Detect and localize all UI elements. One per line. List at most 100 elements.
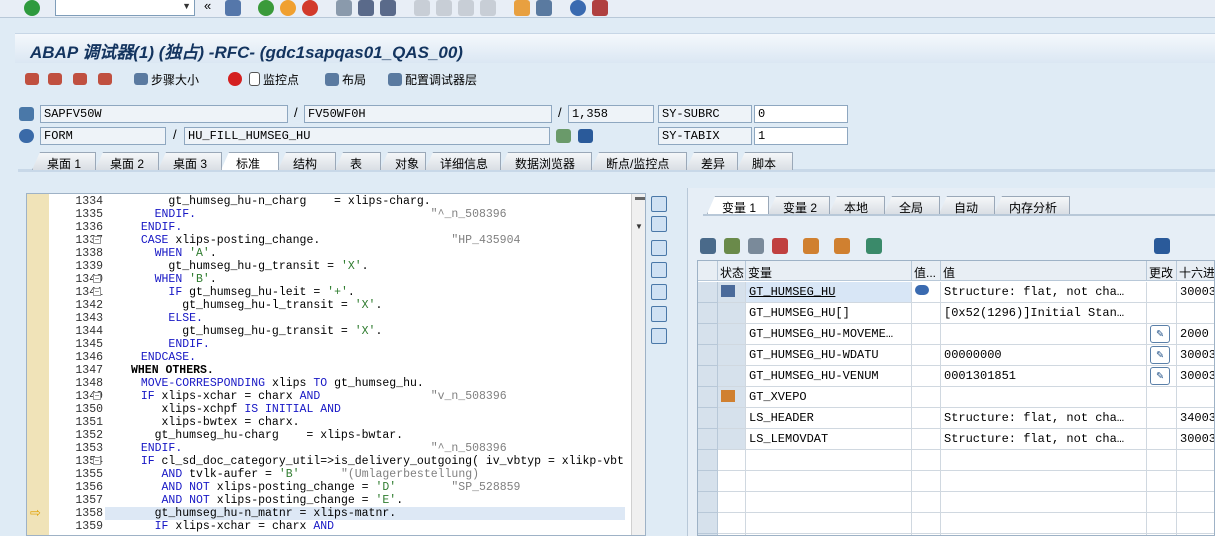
print-icon[interactable] <box>336 0 352 16</box>
tab-standard[interactable]: 标准 <box>221 152 279 170</box>
watchpoint-button[interactable]: 监控点 <box>228 70 299 88</box>
variable-cell[interactable]: GT_HUMSEG_HU[] <box>746 303 912 324</box>
tab-breakpoints[interactable]: 断点/监控点 <box>591 152 687 170</box>
sy-tabix-value[interactable]: 1 <box>754 127 848 145</box>
back-icon[interactable] <box>258 0 274 16</box>
value-cell[interactable]: Structure: flat, not cha… <box>941 408 1147 429</box>
navigate-icon[interactable] <box>556 129 571 143</box>
fold-toggle-icon[interactable]: − <box>93 457 101 465</box>
new-tool-icon[interactable] <box>651 216 667 232</box>
tab-auto[interactable]: 自动 <box>939 196 995 214</box>
new-session-icon[interactable] <box>514 0 530 16</box>
value-cell[interactable]: 00000000 <box>941 345 1147 366</box>
edit-pencil-icon[interactable]: ✎ <box>1150 346 1170 364</box>
column-header-value[interactable]: 值 <box>941 261 1147 281</box>
full-screen-icon[interactable] <box>651 284 667 300</box>
maximize-icon[interactable] <box>651 262 667 278</box>
execute-button[interactable] <box>48 70 62 88</box>
row-selector[interactable] <box>698 303 718 324</box>
cancel-icon[interactable] <box>302 0 318 16</box>
row-selector[interactable] <box>698 429 718 450</box>
close-panel-icon[interactable] <box>651 196 667 212</box>
tab-variables-2[interactable]: 变量 2 <box>768 196 830 214</box>
fold-toggle-icon[interactable]: − <box>93 236 101 244</box>
customize-layout-icon[interactable] <box>592 0 608 16</box>
single-step-button[interactable] <box>25 70 39 88</box>
save-variables-icon[interactable] <box>1154 238 1170 254</box>
insert-icon[interactable] <box>724 238 740 254</box>
variable-cell[interactable]: GT_HUMSEG_HU-MOVEME… <box>746 324 912 345</box>
fold-toggle-icon[interactable]: − <box>93 275 101 283</box>
shortcut-icon[interactable] <box>536 0 552 16</box>
scroll-down-icon[interactable]: ▼ <box>635 222 643 231</box>
value-cell[interactable]: Structure: flat, not cha… <box>941 282 1147 303</box>
variable-cell[interactable]: GT_XVEPO <box>746 387 912 408</box>
tab-desktop-3[interactable]: 桌面 3 <box>158 152 222 170</box>
variable-cell[interactable]: GT_HUMSEG_HU <box>746 282 912 303</box>
row-selector[interactable] <box>698 324 718 345</box>
chevron-down-icon[interactable]: ▼ <box>182 1 191 11</box>
value-cell[interactable]: 0001301851 <box>941 366 1147 387</box>
row-selector[interactable] <box>698 366 718 387</box>
detail-icon[interactable] <box>748 238 764 254</box>
double-chevron-left-icon[interactable]: « <box>204 0 211 13</box>
exit-icon[interactable] <box>280 0 296 16</box>
return-button[interactable] <box>73 70 87 88</box>
delete-icon[interactable] <box>700 238 716 254</box>
tab-desktop-2[interactable]: 桌面 2 <box>95 152 159 170</box>
filter-icon[interactable] <box>866 238 882 254</box>
find-next-icon[interactable] <box>380 0 396 16</box>
sort-icon[interactable] <box>803 238 819 254</box>
services-icon[interactable] <box>651 306 667 322</box>
fold-toggle-icon[interactable]: − <box>93 288 101 296</box>
tab-script[interactable]: 脚本 <box>737 152 793 170</box>
column-header-status[interactable]: 状态 <box>718 261 746 281</box>
tab-variables-1[interactable]: 变量 1 <box>707 196 769 214</box>
variable-cell[interactable]: LS_HEADER <box>746 408 912 429</box>
scroll-thumb[interactable] <box>635 197 645 200</box>
info-icon[interactable] <box>578 129 593 143</box>
tab-object[interactable]: 对象 <box>380 152 426 170</box>
config-layers-button[interactable]: 配置调试器层 <box>388 70 477 88</box>
tab-diff[interactable]: 差异 <box>686 152 738 170</box>
continue-button[interactable] <box>98 70 112 88</box>
tab-desktop-1[interactable]: 桌面 1 <box>32 152 96 170</box>
column-header-hex[interactable]: 十六进制 <box>1177 261 1214 281</box>
column-header-change[interactable]: 更改 <box>1147 261 1177 281</box>
transfer-icon[interactable] <box>834 238 850 254</box>
row-selector[interactable] <box>698 408 718 429</box>
tab-global[interactable]: 全局 <box>884 196 940 214</box>
tab-data-browser[interactable]: 数据浏览器 <box>500 152 592 170</box>
next-page-icon[interactable] <box>458 0 474 16</box>
sy-subrc-value[interactable]: 0 <box>754 105 848 123</box>
value-cell[interactable]: Structure: flat, not cha… <box>941 429 1147 450</box>
save-icon[interactable] <box>225 0 241 16</box>
breakpoint-gutter[interactable] <box>27 194 49 535</box>
first-page-icon[interactable] <box>414 0 430 16</box>
edit-pencil-icon[interactable]: ✎ <box>1150 367 1170 385</box>
column-header-variable[interactable]: 变量 <box>746 261 912 281</box>
help-icon[interactable] <box>570 0 586 16</box>
fold-toggle-icon[interactable]: − <box>93 392 101 400</box>
variable-cell[interactable]: LS_LEMOVDAT <box>746 429 912 450</box>
value-cell[interactable]: [0x52(1296)]Initial Stan… <box>941 303 1147 324</box>
last-page-icon[interactable] <box>480 0 496 16</box>
variable-cell[interactable]: GT_HUMSEG_HU-WDATU <box>746 345 912 366</box>
previous-page-icon[interactable] <box>436 0 452 16</box>
row-selector[interactable] <box>698 282 718 303</box>
step-size-button[interactable]: 步骤大小 <box>134 70 199 88</box>
enter-icon[interactable] <box>24 0 40 16</box>
find-icon[interactable] <box>358 0 374 16</box>
value-cell[interactable] <box>941 324 1147 345</box>
tab-details[interactable]: 详细信息 <box>425 152 501 170</box>
settings-icon[interactable] <box>651 328 667 344</box>
edit-pencil-icon[interactable]: ✎ <box>1150 325 1170 343</box>
tab-local[interactable]: 本地 <box>829 196 885 214</box>
vertical-scrollbar[interactable]: ▼ <box>631 194 645 535</box>
tab-table[interactable]: 表 <box>335 152 381 170</box>
variable-cell[interactable]: GT_HUMSEG_HU-VENUM <box>746 366 912 387</box>
tab-structure[interactable]: 结构 <box>278 152 336 170</box>
layout-button[interactable]: 布局 <box>325 70 366 88</box>
tab-memory-analysis[interactable]: 内存分析 <box>994 196 1070 214</box>
column-header-value-type[interactable]: 值... <box>912 261 941 281</box>
